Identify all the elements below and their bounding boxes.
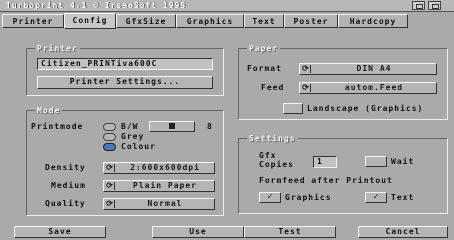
test-button[interactable]: Test — [244, 226, 336, 238]
title-bar[interactable]: Turboprint 4.1 © IrseeSoft 1995 — [0, 0, 454, 12]
formfeed-label: Formfeed after Printout — [259, 176, 393, 185]
medium-value: Plain Paper — [133, 181, 197, 190]
turboprint-window: Turboprint 4.1 © IrseeSoft 1995 Printer … — [0, 0, 454, 240]
formfeed-text-label: Text — [391, 193, 415, 202]
tab-bar: Printer Config GfxSize Graphics Text Pos… — [2, 13, 452, 29]
printer-panel: Printer Citizen_PRINTiva600C Printer Set… — [26, 44, 224, 96]
density-cycle[interactable]: ⟳ 2:600x600dpi — [103, 162, 215, 174]
depth-gadget-icon[interactable] — [428, 1, 441, 10]
formfeed-graphics-checkbox[interactable]: ✓ — [259, 192, 281, 203]
tab-hardcopy[interactable]: Hardcopy — [338, 14, 408, 28]
feed-label: Feed — [261, 83, 285, 92]
bw-label: B/W — [121, 122, 139, 131]
radio-bw[interactable] — [103, 123, 116, 131]
settings-panel-title: Settings — [247, 134, 298, 143]
bw-value: 8 — [207, 122, 213, 131]
tab-printer[interactable]: Printer — [2, 14, 64, 28]
landscape-checkbox[interactable] — [283, 103, 303, 114]
formfeed-text-checkbox[interactable]: ✓ — [365, 192, 387, 203]
tab-text[interactable]: Text — [244, 14, 284, 28]
density-value: 2:600x600dpi — [130, 163, 200, 172]
cancel-button[interactable]: Cancel — [358, 226, 448, 238]
save-button[interactable]: Save — [14, 226, 106, 238]
tab-graphics[interactable]: Graphics — [176, 14, 244, 28]
window-title: Turboprint 4.1 © IrseeSoft 1995 — [6, 1, 187, 10]
landscape-label: Landscape (Graphics) — [307, 104, 424, 113]
settings-panel: Settings Gfx Copies 1 Wait Formfeed afte… — [238, 134, 448, 214]
printer-panel-title: Printer — [35, 44, 80, 53]
format-cycle[interactable]: ⟳ DIN A4 — [299, 63, 437, 75]
tab-gfxsize[interactable]: GfxSize — [116, 14, 176, 28]
radio-grey[interactable] — [103, 133, 116, 141]
cycle-icon: ⟳ — [301, 84, 311, 92]
mode-panel: Mode Printmode B/W 8 Grey Colour Density… — [26, 106, 224, 216]
quality-label: Quality — [45, 199, 86, 208]
wait-checkbox[interactable] — [365, 156, 387, 167]
format-value: DIN A4 — [356, 64, 392, 73]
printer-settings-button[interactable]: Printer Settings... — [37, 76, 213, 89]
printmode-label: Printmode — [31, 122, 84, 131]
cycle-icon: ⟳ — [301, 65, 311, 73]
quality-value: Normal — [147, 199, 183, 208]
mode-panel-title: Mode — [35, 106, 63, 115]
density-label: Density — [45, 163, 86, 172]
medium-label: Medium — [51, 181, 86, 190]
printer-name-field[interactable]: Citizen_PRINTiva600C — [37, 58, 213, 70]
colour-label: Colour — [121, 142, 156, 151]
tab-poster[interactable]: Poster — [284, 14, 338, 28]
medium-cycle[interactable]: ⟳ Plain Paper — [103, 180, 215, 192]
quality-cycle[interactable]: ⟳ Normal — [103, 198, 215, 210]
wait-label: Wait — [391, 157, 415, 166]
radio-colour[interactable] — [103, 143, 116, 151]
use-button[interactable]: Use — [152, 226, 244, 238]
cycle-icon: ⟳ — [105, 200, 115, 208]
slider-knob[interactable] — [169, 123, 175, 129]
formfeed-graphics-label: Graphics — [285, 193, 332, 202]
zoom-gadget-icon[interactable] — [412, 1, 425, 10]
bw-slider[interactable] — [149, 121, 195, 132]
grey-label: Grey — [121, 132, 145, 141]
feed-cycle[interactable]: ⟳ autom.Feed — [299, 82, 437, 94]
paper-panel: Paper Format ⟳ DIN A4 Feed ⟳ autom.Feed … — [238, 44, 448, 120]
copies-label: Copies — [259, 160, 294, 169]
cycle-icon: ⟳ — [105, 182, 115, 190]
cycle-icon: ⟳ — [105, 164, 115, 172]
tab-config[interactable]: Config — [64, 13, 116, 29]
paper-panel-title: Paper — [247, 44, 281, 53]
feed-value: autom.Feed — [344, 83, 404, 92]
format-label: Format — [247, 64, 282, 73]
copies-field[interactable]: 1 — [313, 156, 337, 168]
